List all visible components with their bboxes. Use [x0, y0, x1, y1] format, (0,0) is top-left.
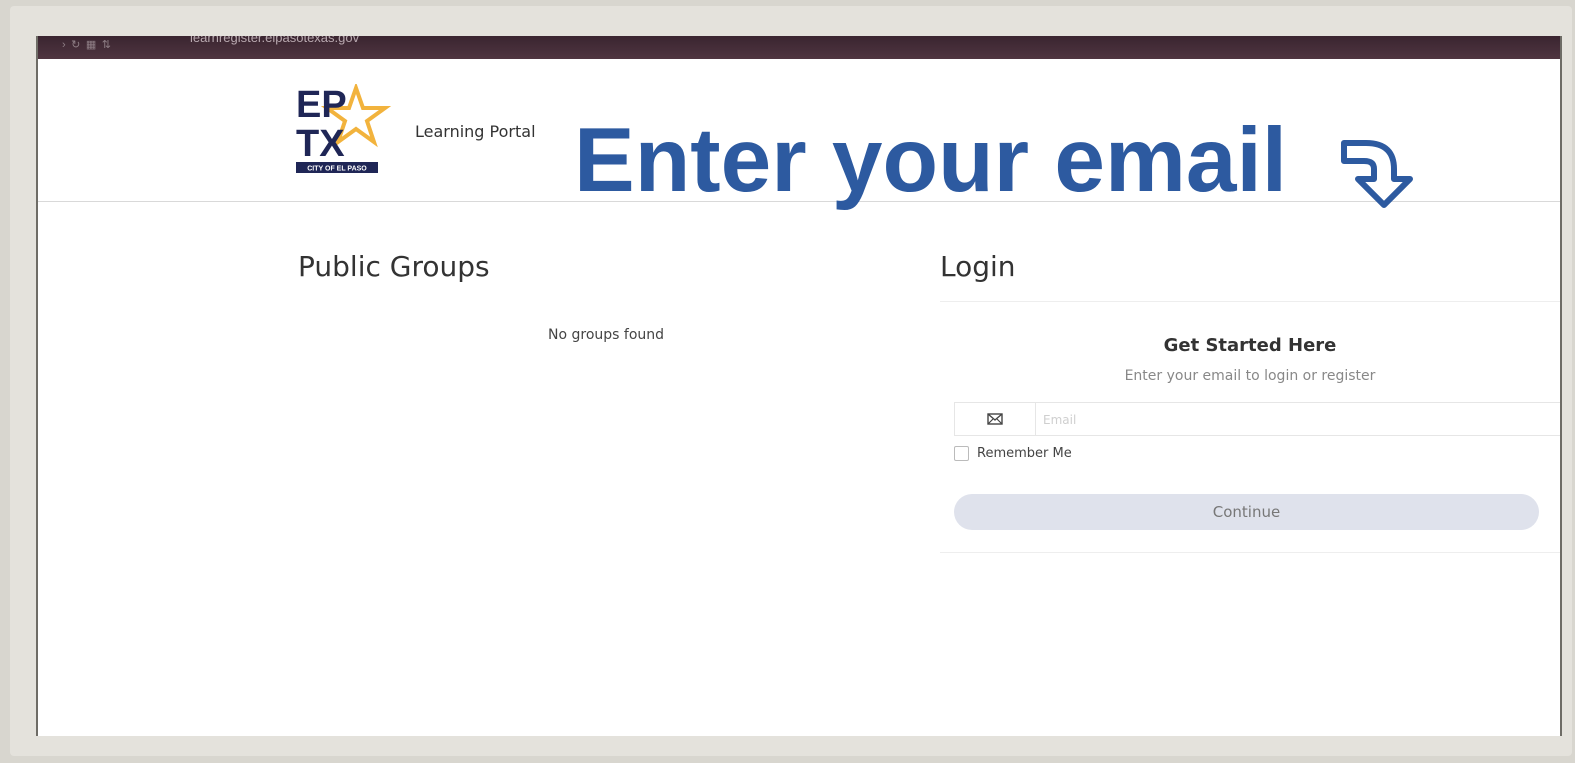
browser-toolbar: › ↻ ▦ ⇅ learnregister.elpasotexas.gov — [38, 36, 1560, 59]
envelope-icon — [955, 403, 1036, 435]
svg-text:CITY OF EL PASO: CITY OF EL PASO — [307, 166, 367, 173]
curved-arrow-icon — [1338, 135, 1422, 211]
continue-button[interactable]: Continue — [954, 494, 1539, 530]
svg-text:TX: TX — [296, 123, 345, 165]
email-field[interactable] — [1041, 403, 1545, 437]
remember-me-label: Remember Me — [977, 446, 1072, 461]
portal-title: Learning Portal — [415, 122, 536, 141]
browser-nav-icons[interactable]: › ↻ ▦ ⇅ — [62, 38, 111, 51]
email-input-group — [954, 402, 1560, 437]
get-started-heading: Get Started Here — [1163, 335, 1337, 356]
remember-me[interactable]: Remember Me — [954, 446, 1072, 461]
instruction-overlay-text: Enter your email — [574, 110, 1288, 211]
login-subheading: Enter your email to login or register — [1124, 368, 1376, 384]
public-groups-title: Public Groups — [298, 250, 490, 283]
login-title: Login — [940, 250, 1016, 283]
login-card: Get Started Here Enter your email to log… — [940, 301, 1560, 553]
no-groups-message: No groups found — [548, 327, 665, 343]
remember-me-checkbox[interactable] — [954, 446, 969, 461]
svg-text:EP: EP — [296, 84, 347, 126]
address-bar[interactable]: learnregister.elpasotexas.gov — [190, 36, 359, 45]
eptx-logo[interactable]: EP TX CITY OF EL PASO — [296, 81, 396, 176]
